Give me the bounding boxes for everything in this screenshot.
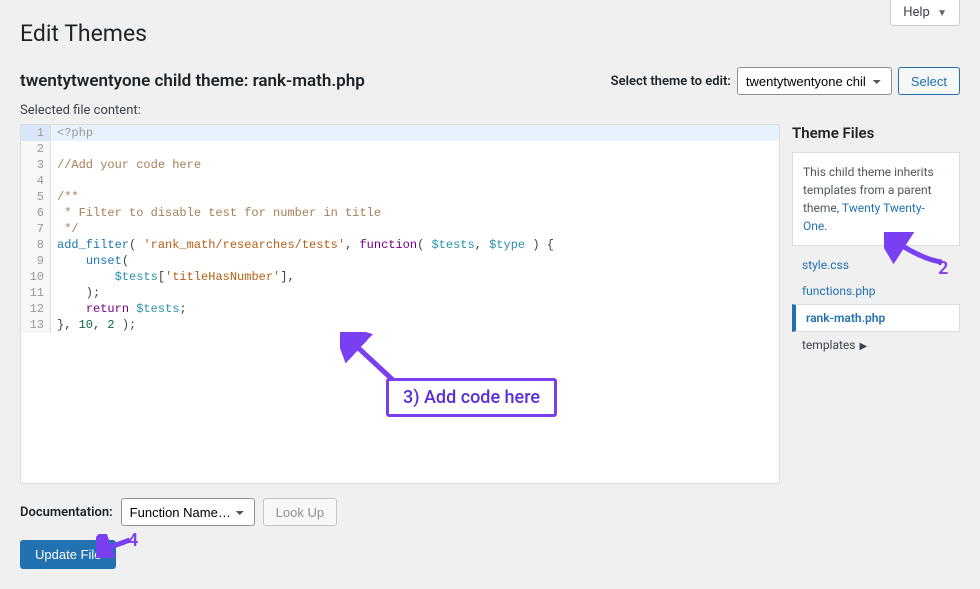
folder-item[interactable]: templates▶ bbox=[792, 332, 960, 358]
chevron-right-icon: ▶ bbox=[859, 341, 867, 352]
documentation-label: Documentation: bbox=[20, 505, 113, 520]
file-item[interactable]: functions.php bbox=[792, 278, 960, 304]
theme-select-label: Select theme to edit: bbox=[611, 74, 731, 89]
code-line[interactable]: 5/** bbox=[21, 189, 779, 205]
code-line[interactable]: 4 bbox=[21, 173, 779, 189]
code-content: <?php bbox=[51, 125, 93, 141]
select-button[interactable]: Select bbox=[898, 67, 960, 95]
code-line[interactable]: 1<?php bbox=[21, 125, 779, 141]
code-content: $tests['titleHasNumber'], bbox=[51, 269, 295, 285]
line-number: 7 bbox=[21, 221, 51, 237]
selected-file-content-label: Selected file content: bbox=[20, 103, 960, 118]
code-line[interactable]: 2 bbox=[21, 141, 779, 157]
code-content bbox=[51, 173, 57, 189]
update-file-button[interactable]: Update File bbox=[20, 540, 116, 569]
line-number: 4 bbox=[21, 173, 51, 189]
theme-select[interactable]: twentytwentyone chil bbox=[737, 67, 892, 95]
chevron-down-icon: ▼ bbox=[937, 8, 947, 19]
code-content: }, 10, 2 ); bbox=[51, 317, 136, 333]
code-line[interactable]: 9 unset( bbox=[21, 253, 779, 269]
code-line[interactable]: 3//Add your code here bbox=[21, 157, 779, 173]
look-up-button[interactable]: Look Up bbox=[263, 498, 337, 526]
code-editor[interactable]: 1<?php23//Add your code here45/**6 * Fil… bbox=[20, 124, 780, 484]
code-line[interactable]: 13}, 10, 2 ); bbox=[21, 317, 779, 333]
code-line[interactable]: 10 $tests['titleHasNumber'], bbox=[21, 269, 779, 285]
line-number: 3 bbox=[21, 157, 51, 173]
code-line[interactable]: 7 */ bbox=[21, 221, 779, 237]
code-content: /** bbox=[51, 189, 79, 205]
code-content: * Filter to disable test for number in t… bbox=[51, 205, 381, 221]
line-number: 5 bbox=[21, 189, 51, 205]
code-content: //Add your code here bbox=[51, 157, 201, 173]
file-list: style.cssfunctions.phprank-math.phptempl… bbox=[792, 252, 960, 358]
code-content: */ bbox=[51, 221, 79, 237]
code-content: return $tests; bbox=[51, 301, 187, 317]
code-line[interactable]: 12 return $tests; bbox=[21, 301, 779, 317]
theme-files-sidebar: Theme Files This child theme inherits te… bbox=[780, 124, 960, 484]
line-number: 6 bbox=[21, 205, 51, 221]
line-number: 2 bbox=[21, 141, 51, 157]
line-number: 13 bbox=[21, 317, 51, 333]
line-number: 11 bbox=[21, 285, 51, 301]
line-number: 1 bbox=[21, 125, 51, 141]
line-number: 8 bbox=[21, 237, 51, 253]
code-line[interactable]: 8add_filter( 'rank_math/researches/tests… bbox=[21, 237, 779, 253]
code-content: ); bbox=[51, 285, 100, 301]
line-number: 9 bbox=[21, 253, 51, 269]
line-number: 10 bbox=[21, 269, 51, 285]
code-content: add_filter( 'rank_math/researches/tests'… bbox=[51, 237, 554, 253]
code-line[interactable]: 11 ); bbox=[21, 285, 779, 301]
code-content: unset( bbox=[51, 253, 129, 269]
code-line[interactable]: 6 * Filter to disable test for number in… bbox=[21, 205, 779, 221]
theme-files-heading: Theme Files bbox=[792, 124, 960, 142]
file-item[interactable]: style.css bbox=[792, 252, 960, 278]
help-label: Help bbox=[903, 5, 930, 20]
file-heading: twentytwentyone child theme: rank-math.p… bbox=[20, 71, 365, 91]
documentation-select[interactable]: Function Name… bbox=[121, 498, 255, 526]
theme-inherit-notice: This child theme inherits templates from… bbox=[792, 152, 960, 246]
help-tab[interactable]: Help ▼ bbox=[890, 0, 960, 26]
line-number: 12 bbox=[21, 301, 51, 317]
file-item[interactable]: rank-math.php bbox=[792, 304, 960, 332]
code-content bbox=[51, 141, 57, 157]
page-title: Edit Themes bbox=[20, 20, 960, 47]
